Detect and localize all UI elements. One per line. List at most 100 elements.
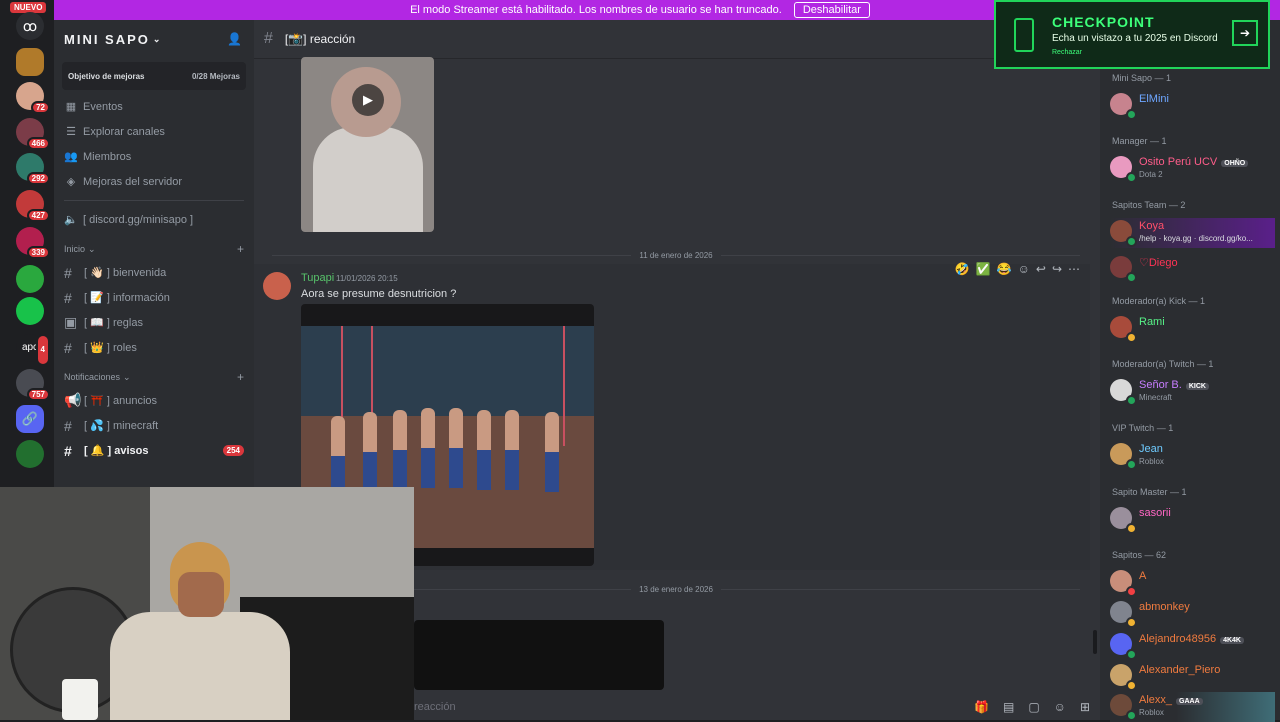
member-item[interactable]: A: [1110, 568, 1275, 598]
hash-icon: #: [64, 339, 72, 356]
status-icon: [1126, 523, 1137, 534]
message-composer[interactable]: reacción 🎁 ▤ ▢ ☺ ⊞: [414, 694, 1090, 720]
browse-icon: ☰: [66, 126, 76, 138]
member-item[interactable]: Alejandro48956 4K4K: [1110, 631, 1275, 661]
server-name: MINI SAPO: [64, 31, 150, 47]
channel-bienvenida[interactable]: #[ 👋🏻 ] bienvenida: [54, 260, 254, 285]
home-icon[interactable]: ꝏ: [16, 12, 44, 40]
play-icon[interactable]: ▶: [352, 84, 384, 116]
banner-text: El modo Streamer está habilitado. Los no…: [410, 4, 782, 16]
member-item[interactable]: sasorii: [1110, 505, 1275, 535]
mention-badge: 254: [222, 445, 244, 456]
role-header: Moderador(a) Twitch — 1: [1112, 359, 1214, 369]
member-item[interactable]: Señor B. KICK Minecraft: [1110, 377, 1275, 407]
phone-icon: [1014, 18, 1034, 52]
scrollbar[interactable]: [1093, 630, 1097, 654]
nav-server-boosts[interactable]: ◈ Mejoras del servidor: [54, 169, 254, 194]
hash-icon: #: [64, 289, 72, 306]
guild-tag: KICK: [1185, 383, 1209, 390]
message-timestamp: 11/01/2026 20:15: [336, 274, 398, 283]
link-icon[interactable]: 🔗: [16, 405, 44, 433]
server-icon[interactable]: 339: [16, 227, 50, 259]
invite-voice-channel[interactable]: 🔈[ discord.gg/minisapo ]: [54, 207, 254, 232]
role-header: Sapito Master — 1: [1112, 487, 1187, 497]
server-icon[interactable]: 466: [16, 118, 50, 150]
reaction-laugh-icon[interactable]: 🤣: [955, 262, 970, 276]
status-icon: [1126, 332, 1137, 343]
channel-title: [📸] reacción: [284, 32, 356, 46]
server-icon[interactable]: apc 4: [16, 334, 50, 366]
role-header: VIP Twitch — 1: [1112, 423, 1174, 433]
boost-progress[interactable]: Objetivo de mejoras 0/28 Mejoras: [62, 62, 246, 90]
channel-header: # [📸] reacción: [254, 20, 1100, 59]
boost-goal-label: Objetivo de mejoras: [68, 71, 145, 81]
gif-icon[interactable]: ▤: [1003, 700, 1014, 714]
server-icon[interactable]: 757: [16, 369, 50, 401]
dismiss-link[interactable]: Rechazar: [1052, 49, 1082, 56]
add-reaction-icon[interactable]: ☺: [1018, 262, 1030, 276]
member-item[interactable]: Alexander_Piero: [1110, 662, 1275, 692]
channel-informacion[interactable]: #[ 📝 ] información: [54, 285, 254, 310]
channel-roles[interactable]: #[ 👑 ] roles: [54, 335, 254, 360]
nav-events[interactable]: ▦ Eventos: [54, 94, 254, 119]
apps-icon[interactable]: ⊞: [1080, 700, 1090, 714]
nav-members[interactable]: 👥 Miembros: [54, 144, 254, 169]
emoji-icon[interactable]: ☺: [1054, 700, 1066, 714]
member-item[interactable]: ♡Diego: [1110, 254, 1275, 284]
member-item[interactable]: Osito Perú UCV OHÑO Dota 2: [1110, 154, 1275, 184]
sticker-icon[interactable]: ▢: [1028, 700, 1039, 714]
checkpoint-promo[interactable]: CHECKPOINT Echa un vistazo a tu 2025 en …: [994, 0, 1270, 69]
server-icon[interactable]: 292: [16, 153, 50, 185]
status-icon: [1126, 649, 1137, 660]
channel-anuncios[interactable]: 📢[ ⛩️ ] anuncios: [54, 388, 254, 413]
disable-streamer-button[interactable]: Deshabilitar: [793, 2, 870, 18]
category-notificaciones[interactable]: Notificaciones ⌄ +: [54, 366, 254, 388]
server-icon[interactable]: 427: [16, 190, 50, 222]
megaphone-icon: 📢: [64, 392, 82, 408]
status-icon: [1126, 172, 1137, 183]
member-activity: Minecraft: [1139, 393, 1172, 402]
arrow-right-icon[interactable]: ➔: [1232, 20, 1258, 46]
server-icon[interactable]: [16, 297, 44, 325]
avatar[interactable]: [263, 272, 291, 300]
gift-icon[interactable]: 🎁: [974, 700, 989, 714]
server-icon[interactable]: [16, 48, 44, 76]
add-member-icon[interactable]: 👤: [227, 32, 244, 46]
member-item[interactable]: Rami: [1110, 314, 1275, 344]
guild-tag: OHÑO: [1221, 160, 1249, 167]
more-icon[interactable]: ⋯: [1068, 262, 1080, 276]
server-icon[interactable]: 72: [16, 82, 50, 114]
member-item[interactable]: abmonkey: [1110, 599, 1275, 629]
role-header: Mini Sapo — 1: [1112, 73, 1172, 83]
member-activity: Roblox: [1139, 457, 1164, 466]
channel-avisos[interactable]: #[ 🔔 ] avisos 254: [54, 438, 254, 463]
member-item[interactable]: Jean Roblox: [1110, 441, 1275, 471]
message-author[interactable]: Tupapi: [301, 272, 334, 284]
chevron-down-icon: ⌄: [152, 33, 163, 44]
member-item[interactable]: Alexx_ GAAA Roblox: [1110, 692, 1275, 722]
reaction-check-icon[interactable]: ✅: [976, 262, 991, 276]
status-icon: [1126, 617, 1137, 628]
chevron-down-icon: ⌄: [88, 243, 96, 254]
member-item[interactable]: ElMini: [1110, 91, 1275, 121]
add-channel-icon[interactable]: +: [237, 370, 244, 384]
hash-icon: #: [264, 30, 273, 47]
status-icon: [1126, 236, 1137, 247]
forward-icon[interactable]: ↪: [1052, 262, 1062, 276]
category-inicio[interactable]: Inicio ⌄ +: [54, 238, 254, 260]
channel-reglas[interactable]: ▣[ 📖 ] reglas: [54, 310, 254, 335]
server-icon[interactable]: [16, 440, 44, 468]
add-channel-icon[interactable]: +: [237, 242, 244, 256]
guild-tag: 4K4K: [1220, 637, 1244, 644]
attachment-preview[interactable]: [414, 620, 664, 690]
server-icon[interactable]: [16, 265, 44, 293]
promo-title: CHECKPOINT: [1052, 14, 1155, 30]
video-attachment[interactable]: ▶: [301, 57, 434, 232]
server-header[interactable]: MINI SAPO ⌄ 👤: [54, 20, 254, 58]
nav-browse-channels[interactable]: ☰ Explorar canales: [54, 119, 254, 144]
member-item[interactable]: Koya/help · koya.gg · discord.gg/ko...: [1110, 218, 1275, 248]
status-icon: [1126, 395, 1137, 406]
reaction-joy-icon[interactable]: 😂: [997, 262, 1012, 276]
channel-minecraft[interactable]: #[ 💦 ] minecraft: [54, 413, 254, 438]
reply-icon[interactable]: ↩: [1036, 262, 1046, 276]
